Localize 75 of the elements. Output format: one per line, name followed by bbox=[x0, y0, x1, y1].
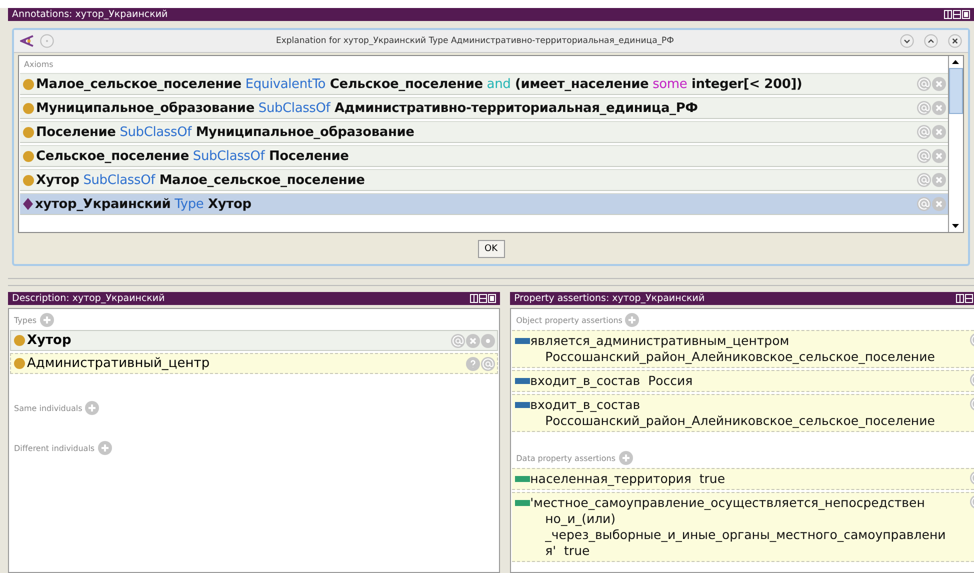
axiom-text: Хутор SubClassOf Малое_сельское_поселение bbox=[36, 172, 366, 188]
type-text: Хутор bbox=[27, 333, 72, 348]
data-property-icon bbox=[515, 476, 530, 482]
class-icon bbox=[14, 335, 25, 346]
protege-logo-icon bbox=[20, 35, 34, 47]
assertion-row[interactable]: 'местное_самоуправление_осуществляется_непосредствен но_и_(или) _через_выборные_и_иные_органы_местного_самоуправлени я' true bbox=[512, 492, 974, 562]
delete-icon[interactable] bbox=[932, 149, 946, 163]
annotate-icon[interactable] bbox=[917, 197, 931, 211]
delete-icon[interactable] bbox=[932, 197, 946, 211]
section-label: Different individuals bbox=[14, 444, 95, 452]
type-row[interactable]: Административный_центр bbox=[10, 353, 498, 374]
assertion-text: входит_в_состав Россия bbox=[530, 373, 694, 389]
assertion-text: является_административным_центром Россошанский_район_Алейниковское_сельское_поселение bbox=[530, 333, 936, 365]
section-label: Axioms bbox=[23, 59, 54, 71]
annotate-icon[interactable] bbox=[917, 101, 931, 115]
axiom-row[interactable]: Муниципальное_образование SubClassOf Административно-территориальная_единица_РФ bbox=[20, 97, 948, 119]
axiom-text: Малое_сельское_поселение EquivalentTo Сельское_поселение and (имеет_население some integer[< 200]) bbox=[36, 76, 804, 92]
scroll-thumb[interactable] bbox=[949, 68, 963, 114]
assertion-row[interactable]: входит_в_состав Россия bbox=[512, 370, 974, 392]
class-icon bbox=[14, 358, 25, 369]
annotate-icon[interactable] bbox=[917, 149, 931, 163]
assertion-row[interactable]: входит_в_состав Россошанский_район_Алейниковское_сельское_поселение bbox=[512, 394, 974, 432]
type-text: Административный_центр bbox=[27, 356, 211, 371]
delete-icon[interactable] bbox=[932, 125, 946, 139]
assertion-text: входит_в_состав Россошанский_район_Алейниковское_сельское_поселение bbox=[530, 397, 936, 429]
axiom-text: Поселение SubClassOf Муниципальное_образование bbox=[36, 124, 416, 140]
assertion-row[interactable]: населенная_территория true bbox=[512, 468, 974, 490]
panel-title: Description: хутор_Украинский bbox=[12, 293, 165, 304]
annotate-icon[interactable] bbox=[451, 334, 466, 348]
add-icon[interactable] bbox=[98, 441, 112, 455]
chevron-down-icon[interactable] bbox=[900, 34, 914, 48]
dialog-title: Explanation for хутор_Украинский Type Административно-территориальная_единица_РФ bbox=[275, 36, 675, 46]
axiom-text: Муниципальное_образование SubClassOf Административно-территориальная_единица_РФ bbox=[36, 100, 699, 116]
add-icon[interactable] bbox=[625, 313, 640, 327]
axiom-row[interactable]: Хутор SubClassOf Малое_сельское_поселение bbox=[20, 169, 948, 191]
annotate-icon[interactable] bbox=[481, 356, 496, 370]
edit-icon[interactable] bbox=[481, 334, 496, 348]
add-icon[interactable] bbox=[85, 401, 100, 415]
help-icon[interactable] bbox=[466, 356, 480, 370]
ok-button[interactable]: OK bbox=[478, 240, 504, 258]
panel-controls-icon[interactable] bbox=[470, 294, 496, 303]
annotate-icon[interactable] bbox=[917, 77, 931, 91]
delete-icon[interactable] bbox=[932, 173, 946, 187]
panel-controls-icon[interactable] bbox=[944, 10, 970, 19]
axiom-row[interactable]: Малое_сельское_поселение EquivalentTo Сельское_поселение and (имеет_население some integer[< 200]) bbox=[20, 73, 948, 95]
section-label: Data property assertions bbox=[516, 454, 616, 462]
object-property-icon bbox=[515, 402, 530, 408]
axiom-row[interactable]: Поселение SubClassOf Муниципальное_образование bbox=[20, 121, 948, 143]
delete-icon[interactable] bbox=[932, 101, 946, 115]
axiom-row[interactable]: Сельское_поселение SubClassOf Поселение bbox=[20, 145, 948, 167]
axiom-row[interactable]: хутор_Украинский Type Хутор bbox=[20, 193, 948, 215]
axiom-text: Сельское_поселение SubClassOf Поселение bbox=[36, 148, 350, 164]
object-property-icon bbox=[515, 338, 530, 344]
section-label: Types bbox=[14, 316, 37, 324]
panel-title: Property assertions: хутор_Украинский bbox=[514, 293, 705, 304]
window-menu-icon[interactable] bbox=[40, 34, 54, 48]
assertion-text: 'местное_самоуправление_осуществляется_непосредствен но_и_(или) _через_выборные_и_иные_органы_местного_самоуправлени я' true bbox=[530, 495, 947, 559]
delete-icon[interactable] bbox=[466, 334, 480, 348]
annotate-icon[interactable] bbox=[917, 173, 931, 187]
section-label: Object property assertions bbox=[516, 316, 622, 324]
chevron-up-icon[interactable] bbox=[924, 34, 938, 48]
delete-icon[interactable] bbox=[932, 77, 946, 91]
add-icon[interactable] bbox=[618, 451, 632, 465]
type-row[interactable]: Хутор bbox=[10, 330, 498, 351]
assertion-text: населенная_территория true bbox=[530, 471, 726, 487]
object-property-icon bbox=[515, 378, 530, 384]
splitter[interactable] bbox=[8, 278, 974, 286]
panel-title: Annotations: хутор_Украинский bbox=[12, 9, 168, 20]
axiom-text: хутор_Украинский Type Хутор bbox=[35, 196, 252, 212]
data-property-icon bbox=[515, 500, 530, 506]
section-label: Same individuals bbox=[14, 404, 82, 412]
add-icon[interactable] bbox=[40, 313, 54, 327]
assertion-row[interactable]: является_административным_центром Россошанский_район_Алейниковское_сельское_поселение bbox=[512, 330, 974, 368]
close-icon[interactable] bbox=[948, 34, 962, 48]
annotate-icon[interactable] bbox=[917, 125, 931, 139]
